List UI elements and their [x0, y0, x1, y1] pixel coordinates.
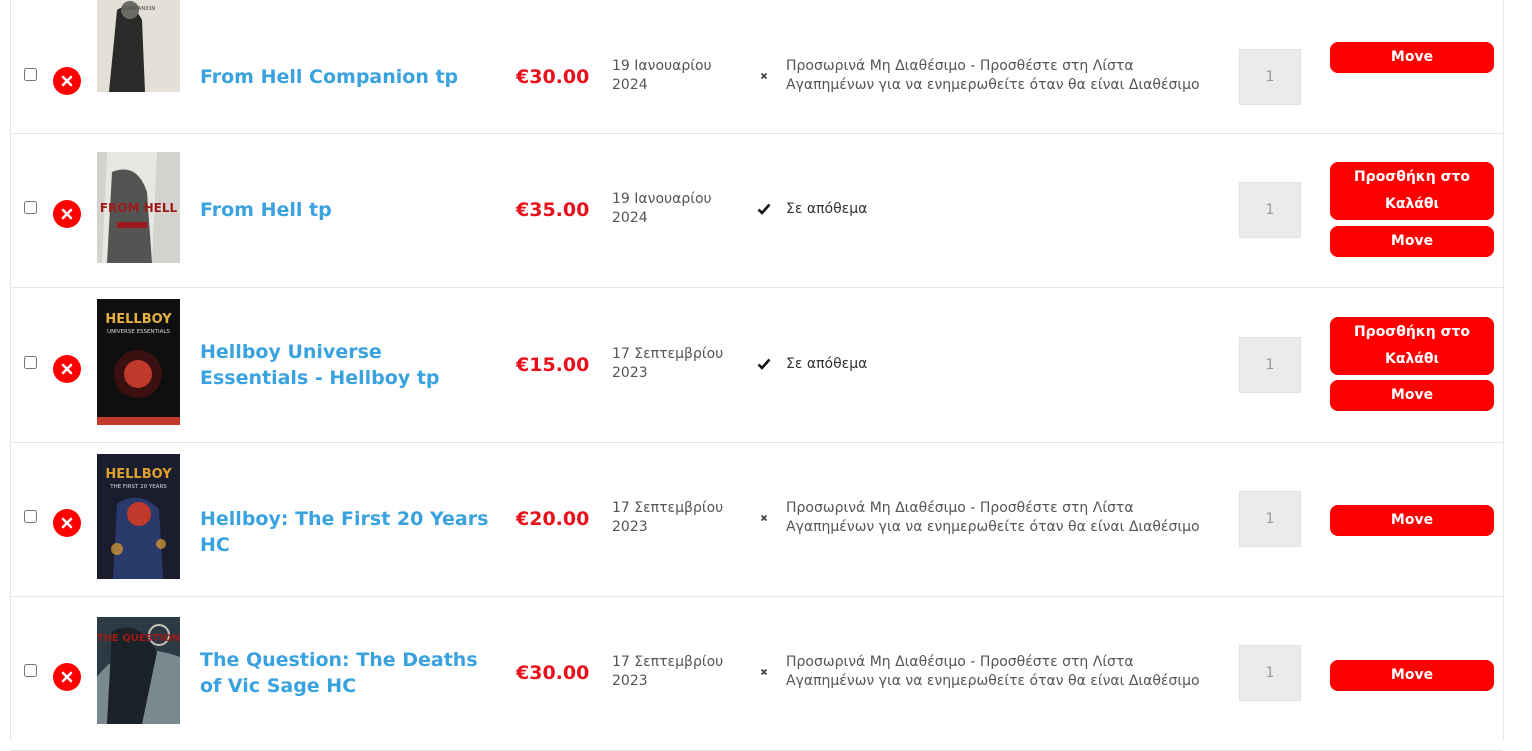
- close-icon: [61, 671, 73, 683]
- remove-item-button[interactable]: [53, 200, 81, 228]
- select-item-checkbox[interactable]: [24, 664, 37, 677]
- quantity-input[interactable]: [1239, 336, 1301, 393]
- product-title-link[interactable]: Hellboy Universe Essentials - Hellboy tp: [200, 339, 490, 391]
- stock-status: Προσωρινά Μη Διαθέσιμο - Προσθέστε στη Λ…: [786, 57, 1200, 93]
- svg-text:FROM HELL: FROM HELL: [97, 0, 180, 4]
- date-added: 17 Σεπτεμβρίου 2023: [612, 654, 724, 689]
- wishlist-row: THE QUESTION The Question: The Deaths of…: [11, 596, 1503, 751]
- add-to-cart-button[interactable]: Προσθήκη στο Καλάθι: [1330, 162, 1494, 220]
- date-added: 19 Ιανουαρίου 2024: [612, 191, 712, 226]
- move-button[interactable]: Move: [1330, 42, 1494, 73]
- select-item-checkbox[interactable]: [24, 510, 37, 523]
- move-button[interactable]: Move: [1330, 226, 1494, 257]
- product-price: €20.00: [516, 508, 590, 530]
- wishlist-row: FROM HELL From Hell tp €35.00 19 Ιανουαρ…: [11, 133, 1503, 288]
- svg-text:THE QUESTION: THE QUESTION: [97, 633, 180, 644]
- wishlist-table: FROM HELL COMPANION From Hell Companion t…: [10, 0, 1504, 751]
- close-icon: [61, 75, 73, 86]
- wishlist-row: HELLBOY UNIVERSE ESSENTIALS Hellboy Unive…: [11, 287, 1503, 443]
- product-price: €35.00: [516, 199, 590, 221]
- svg-text:HELLBOY: HELLBOY: [105, 312, 172, 327]
- product-price: €15.00: [516, 353, 590, 376]
- svg-text:COMPANION: COMPANION: [122, 6, 156, 12]
- stock-status: Προσωρινά Μη Διαθέσιμο - Προσθέστε στη Λ…: [786, 654, 1200, 689]
- remove-item-button[interactable]: [53, 663, 81, 691]
- close-icon: [757, 665, 771, 679]
- select-item-checkbox[interactable]: [24, 355, 37, 369]
- close-icon: [61, 517, 73, 529]
- date-added: 17 Σεπτεμβρίου 2023: [612, 500, 724, 535]
- wishlist-row: HELLBOY THE FIRST 20 YEARS Hellboy: The F…: [11, 442, 1503, 597]
- product-title-link[interactable]: From Hell Companion tp: [200, 64, 490, 90]
- close-icon: [61, 363, 73, 374]
- remove-item-button[interactable]: [53, 354, 81, 383]
- svg-text:HELLBOY: HELLBOY: [105, 467, 172, 482]
- check-icon: [757, 202, 771, 216]
- quantity-input[interactable]: [1239, 491, 1301, 547]
- product-cover-image[interactable]: FROM HELL COMPANION: [97, 0, 180, 92]
- stock-status: Προσωρινά Μη Διαθέσιμο - Προσθέστε στη Λ…: [786, 500, 1200, 535]
- check-icon: [757, 357, 771, 371]
- product-cover-image[interactable]: THE QUESTION: [97, 617, 180, 724]
- wishlist-row: FROM HELL COMPANION From Hell Companion t…: [11, 0, 1503, 134]
- quantity-input[interactable]: [1239, 645, 1301, 701]
- date-added: 17 Σεπτεμβρίου 2023: [612, 345, 724, 381]
- move-button[interactable]: Move: [1330, 380, 1494, 411]
- stock-status: Σε απόθεμα: [786, 201, 868, 217]
- quantity-input[interactable]: [1239, 48, 1301, 105]
- product-cover-image[interactable]: HELLBOY UNIVERSE ESSENTIALS: [97, 299, 180, 425]
- svg-text:THE FIRST 20 YEARS: THE FIRST 20 YEARS: [109, 484, 167, 490]
- svg-text:FROM HELL: FROM HELL: [100, 201, 178, 215]
- stock-status: Σε απόθεμα: [786, 355, 868, 372]
- add-to-cart-button[interactable]: Προσθήκη στο Καλάθι: [1330, 317, 1494, 375]
- product-price: €30.00: [516, 662, 590, 684]
- close-icon: [61, 208, 73, 220]
- product-price: €30.00: [516, 65, 590, 88]
- product-cover-image[interactable]: FROM HELL: [97, 152, 180, 263]
- close-icon: [757, 69, 771, 83]
- close-icon: [757, 511, 771, 525]
- product-cover-image[interactable]: HELLBOY THE FIRST 20 YEARS: [97, 454, 180, 579]
- remove-item-button[interactable]: [53, 509, 81, 537]
- quantity-input[interactable]: [1239, 182, 1301, 238]
- product-title-link[interactable]: From Hell tp: [200, 197, 490, 223]
- move-button[interactable]: Move: [1330, 505, 1494, 536]
- product-title-link[interactable]: The Question: The Deaths of Vic Sage HC: [200, 647, 490, 699]
- product-title-link[interactable]: Hellboy: The First 20 Years HC: [200, 506, 490, 558]
- select-item-checkbox[interactable]: [24, 67, 37, 81]
- svg-text:UNIVERSE ESSENTIALS: UNIVERSE ESSENTIALS: [107, 329, 170, 335]
- remove-item-button[interactable]: [53, 66, 81, 95]
- select-item-checkbox[interactable]: [24, 201, 37, 214]
- move-button[interactable]: Move: [1330, 660, 1494, 691]
- date-added: 19 Ιανουαρίου 2024: [612, 57, 712, 93]
